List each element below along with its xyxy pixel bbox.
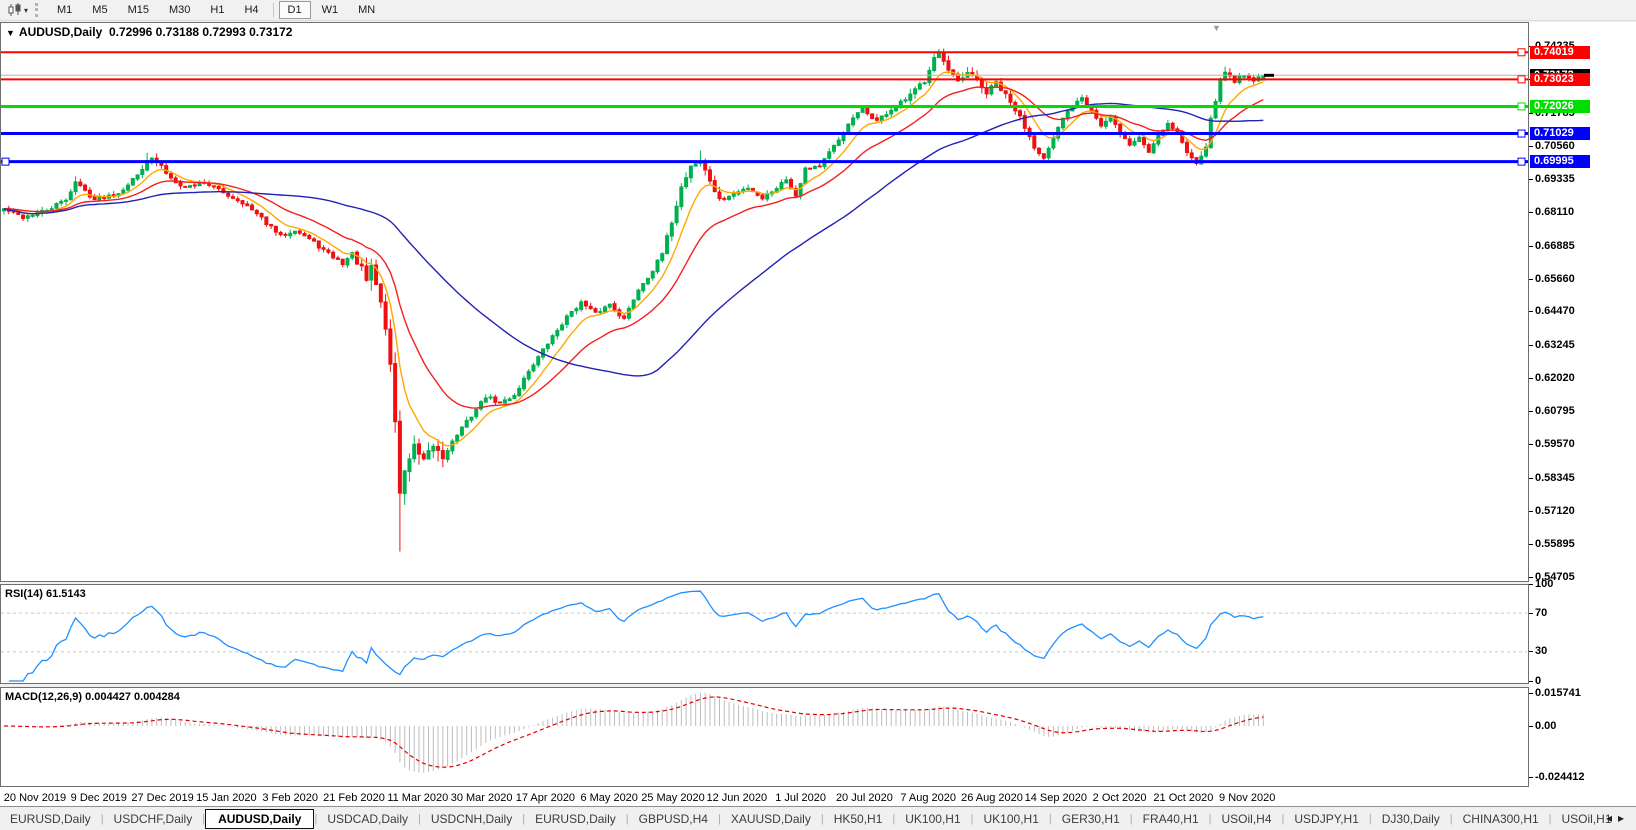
timeframe-button-d1[interactable]: D1: [279, 1, 311, 19]
price-axis-tick-label: 0.64470: [1535, 305, 1575, 317]
toolbar-grip[interactable]: [35, 3, 41, 17]
timeframe-button-m5[interactable]: M5: [83, 1, 116, 19]
price-axis-tick: [1529, 246, 1533, 247]
level-price-box: 0.72026: [1530, 100, 1590, 113]
chart-tab-dj30-daily[interactable]: DJ30,Daily: [1372, 810, 1450, 828]
chart-tab-usdjpy-h1[interactable]: USDJPY,H1: [1284, 810, 1368, 828]
price-axis-tick-label: 0.58345: [1535, 472, 1575, 484]
rsi-indicator-label: RSI(14) 61.5143: [5, 588, 86, 600]
chart-tab-usdchf-daily[interactable]: USDCHF,Daily: [104, 810, 203, 828]
chart-tab-uk100-h1[interactable]: UK100,H1: [895, 810, 970, 828]
chart-tab-fra40-h1[interactable]: FRA40,H1: [1133, 810, 1209, 828]
level-price-box: 0.71029: [1530, 127, 1590, 140]
price-axis-tick-label: 0.62020: [1535, 372, 1575, 384]
macd-axis-tick: [1529, 693, 1533, 694]
rsi-axis-tick: [1529, 651, 1533, 652]
price-axis-tick: [1529, 378, 1533, 379]
chart-tab-xauusd-daily[interactable]: XAUUSD,Daily: [721, 810, 821, 828]
timeframe-button-m1[interactable]: M1: [48, 1, 81, 19]
rsi-axis-label: 100: [1535, 578, 1553, 590]
price-axis-tick: [1529, 179, 1533, 180]
rsi-axis-label: 0: [1535, 675, 1541, 687]
price-axis-tick: [1529, 544, 1533, 545]
chart-ohlc-values: 0.72996 0.73188 0.72993 0.73172: [109, 25, 293, 39]
rsi-axis-tick: [1529, 613, 1533, 614]
chart-tab-usoil-h4[interactable]: USOil,H4: [1212, 810, 1282, 828]
macd-indicator-label: MACD(12,26,9) 0.004427 0.004284: [5, 691, 180, 703]
price-axis-tick: [1529, 411, 1533, 412]
rsi-axis-label: 70: [1535, 607, 1547, 619]
price-axis-tick: [1529, 212, 1533, 213]
price-axis-tick-label: 0.57120: [1535, 505, 1575, 517]
price-axis-tick: [1529, 511, 1533, 512]
chart-tab-eurusd-daily[interactable]: EURUSD,Daily: [0, 810, 101, 828]
chart-tab-gbpusd-h4[interactable]: GBPUSD,H4: [629, 810, 718, 828]
timeframe-button-m30[interactable]: M30: [160, 1, 199, 19]
rsi-axis-tick: [1529, 681, 1533, 682]
chart-tab-china300-h1[interactable]: CHINA300,H1: [1453, 810, 1549, 828]
timeframe-buttons: M1M5M15M30H1H4 D1W1MN: [47, 1, 385, 19]
chart-tab-ger30-h1[interactable]: GER30,H1: [1052, 810, 1130, 828]
chart-shift-marker-icon[interactable]: ▼: [1212, 23, 1221, 33]
chart-tab-audusd-daily[interactable]: AUDUSD,Daily: [205, 809, 314, 829]
chart-tab-hk50-h1[interactable]: HK50,H1: [824, 810, 893, 828]
timeframe-button-h4[interactable]: H4: [235, 1, 267, 19]
macd-axis-tick: [1529, 777, 1533, 778]
rsi-panel[interactable]: [0, 584, 1529, 684]
chart-symbol-period: AUDUSD,Daily: [19, 25, 102, 39]
timeframe-button-h1[interactable]: H1: [201, 1, 233, 19]
chevron-down-icon: ▾: [24, 6, 28, 15]
price-axis-tick-label: 0.63245: [1535, 339, 1575, 351]
chart-tab-usdcad-daily[interactable]: USDCAD,Daily: [317, 810, 418, 828]
mt4-workspace: ▾ M1M5M15M30H1H4 D1W1MN ▼ AUDUSD,Daily 0.7…: [0, 0, 1636, 830]
level-price-box: 0.69995: [1530, 155, 1590, 168]
main-chart-panel[interactable]: [0, 22, 1529, 582]
price-axis-tick: [1529, 311, 1533, 312]
rsi-axis-tick: [1529, 584, 1533, 585]
timeframe-button-w1[interactable]: W1: [313, 1, 348, 19]
tab-scroll-left-icon[interactable]: ◂: [1606, 811, 1618, 825]
collapse-arrow-icon[interactable]: ▼: [6, 28, 15, 38]
price-axis-tick-label: 0.70560: [1535, 140, 1575, 152]
price-axis-tick: [1529, 444, 1533, 445]
price-axis-tick: [1529, 577, 1533, 578]
chart-type-button[interactable]: ▾: [4, 2, 31, 18]
price-axis-tick: [1529, 146, 1533, 147]
timeframe-button-m15[interactable]: M15: [119, 1, 158, 19]
chart-tab-usdcnh-daily[interactable]: USDCNH,Daily: [421, 810, 522, 828]
timeframe-button-mn[interactable]: MN: [349, 1, 384, 19]
chart-tab-bar: EURUSD,Daily|USDCHF,Daily|AUDUSD,Daily|U…: [0, 806, 1636, 830]
level-price-box: 0.74019: [1530, 46, 1590, 59]
date-axis-label[interactable]: 9 Nov 2020: [1207, 792, 1287, 804]
price-axis-tick-label: 0.65660: [1535, 273, 1575, 285]
price-axis-tick: [1529, 279, 1533, 280]
macd-axis-tick: [1529, 726, 1533, 727]
macd-panel[interactable]: [0, 687, 1529, 787]
candlestick-chart-icon: [7, 3, 22, 17]
macd-axis-label: -0.024412: [1535, 771, 1585, 783]
price-axis-tick-label: 0.59570: [1535, 438, 1575, 450]
price-axis-tick-label: 0.66885: [1535, 240, 1575, 252]
timeframe-toolbar: ▾ M1M5M15M30H1H4 D1W1MN: [0, 0, 1636, 21]
chart-tab-uk100-h1[interactable]: UK100,H1: [974, 810, 1049, 828]
chart-tab-eurusd-daily[interactable]: EURUSD,Daily: [525, 810, 626, 828]
level-price-box: 0.73023: [1530, 73, 1590, 86]
toolbar-separator: [273, 3, 274, 17]
chart-title: ▼ AUDUSD,Daily 0.72996 0.73188 0.72993 0.…: [6, 25, 292, 39]
macd-axis-label: 0.015741: [1535, 687, 1581, 699]
macd-axis-label: 0.00: [1535, 720, 1556, 732]
rsi-axis-label: 30: [1535, 645, 1547, 657]
price-axis-tick-label: 0.55895: [1535, 538, 1575, 550]
price-axis-tick-label: 0.60795: [1535, 405, 1575, 417]
price-axis-tick-label: 0.69335: [1535, 173, 1575, 185]
price-axis-tick: [1529, 478, 1533, 479]
price-axis-tick: [1529, 345, 1533, 346]
price-axis-tick-label: 0.68110: [1535, 206, 1574, 218]
tab-scroll-right-icon[interactable]: ▸: [1618, 811, 1630, 825]
